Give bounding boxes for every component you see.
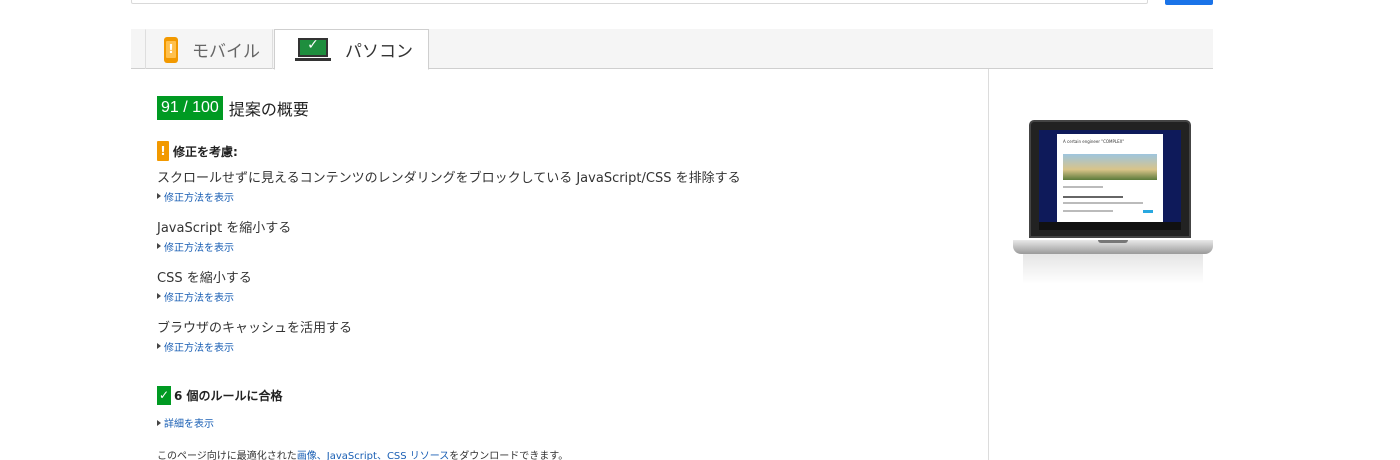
- rule-title: スクロールせずに見えるコンテンツのレンダリングをブロックしている JavaScr…: [157, 171, 741, 186]
- expand-triangle-icon: [157, 243, 161, 249]
- expand-triangle-icon: [157, 419, 161, 426]
- device-tabbar: ! モバイル ✓ パソコン: [131, 29, 1213, 70]
- laptop-screen: A certain engineer "COMPLEX": [1039, 130, 1181, 230]
- rule-item: JavaScript を縮小する 修正方法を表示: [157, 220, 292, 254]
- optimized-resources-note: このページ向けに最適化された画像、JavaScript、CSS リソースをダウン…: [157, 451, 569, 460]
- check-icon: ✓: [157, 386, 171, 405]
- rule-item: スクロールせずに見えるコンテンツのレンダリングをブロックしている JavaScr…: [157, 170, 741, 204]
- tab-desktop-label: パソコン: [345, 42, 413, 62]
- rule-item: ブラウザのキャッシュを活用する 修正方法を表示: [157, 320, 353, 354]
- content-divider: [988, 69, 989, 460]
- show-details-link[interactable]: 詳細を表示: [157, 415, 214, 430]
- warning-icon: !: [157, 141, 169, 161]
- rule-title: ブラウザのキャッシュを活用する: [157, 321, 353, 336]
- tab-mobile[interactable]: ! モバイル: [145, 29, 273, 69]
- analyze-button[interactable]: [1165, 0, 1213, 5]
- show-fix-link[interactable]: 修正方法を表示: [157, 189, 741, 204]
- passed-rules-label: 6 個のルールに合格: [174, 389, 283, 403]
- consider-fixing-label: 修正を考慮:: [173, 144, 238, 159]
- optimized-resources-link[interactable]: 画像、JavaScript、CSS リソース: [297, 451, 449, 460]
- tab-desktop[interactable]: ✓ パソコン: [274, 29, 429, 70]
- score-title: 提案の概要: [228, 100, 309, 119]
- expand-triangle-icon: [157, 343, 161, 349]
- tab-mobile-label: モバイル: [192, 42, 260, 62]
- passed-rules-heading: ✓ 6 個のルールに合格: [157, 386, 283, 405]
- score-summary: 91 / 100 提案の概要: [157, 96, 309, 120]
- show-fix-link[interactable]: 修正方法を表示: [157, 339, 352, 354]
- score-badge: 91 / 100: [157, 96, 223, 120]
- rule-item: CSS を縮小する 修正方法を表示: [157, 270, 252, 304]
- laptop-lid: A certain engineer "COMPLEX": [1029, 120, 1191, 238]
- show-fix-link[interactable]: 修正方法を表示: [157, 289, 252, 304]
- url-input[interactable]: [131, 0, 1148, 4]
- show-fix-link[interactable]: 修正方法を表示: [157, 239, 291, 254]
- preview-site-title: A certain engineer "COMPLEX": [1063, 139, 1125, 144]
- rule-title: CSS を縮小する: [157, 271, 252, 286]
- expand-triangle-icon: [157, 193, 161, 199]
- laptop-check-icon: ✓: [295, 37, 331, 62]
- mobile-phone-icon: !: [164, 36, 178, 63]
- rule-title: JavaScript を縮小する: [157, 221, 292, 236]
- desktop-preview-screenshot: A certain engineer "COMPLEX": [1013, 118, 1213, 288]
- expand-triangle-icon: [157, 293, 161, 299]
- consider-fixing-heading: ! 修正を考慮:: [157, 141, 238, 161]
